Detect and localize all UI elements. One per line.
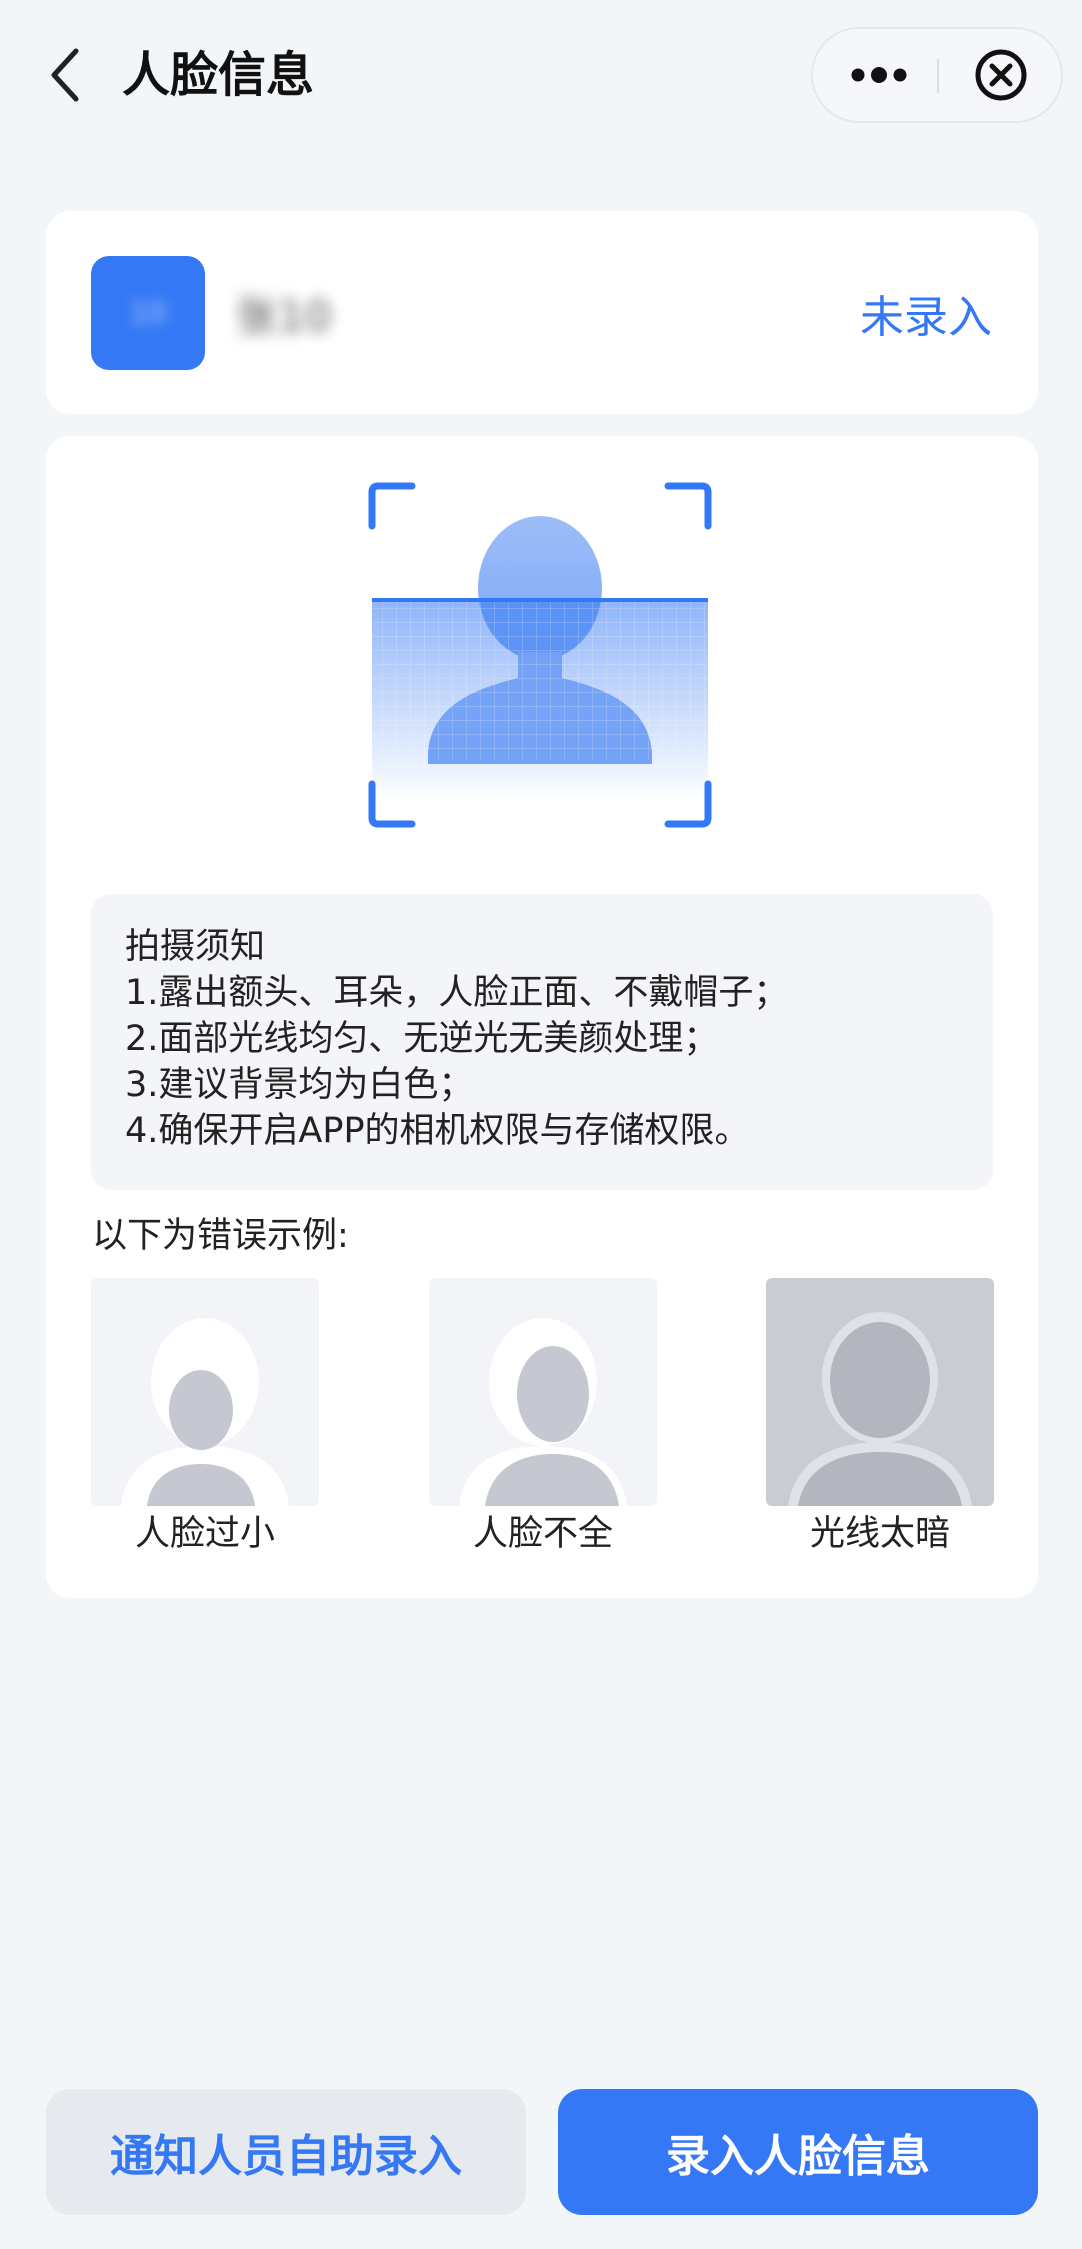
avatar: 10 [91, 256, 205, 370]
example-label: 人脸不全 [472, 1514, 613, 1554]
nav-bar: 人脸信息 [0, 0, 1082, 150]
more-button[interactable] [831, 29, 927, 121]
main-card: 拍摄须知 1.露出额头、耳朵，人脸正面、不戴帽子； 2.面部光线均匀、无逆光无美… [46, 436, 1038, 1598]
close-circle-icon [975, 49, 1027, 101]
notify-self-enroll-button[interactable]: 通知人员自助录入 [46, 2089, 526, 2215]
photo-tips: 拍摄须知 1.露出额头、耳朵，人脸正面、不戴帽子； 2.面部光线均匀、无逆光无美… [91, 894, 993, 1190]
incomplete-face-example-image [429, 1278, 657, 1506]
wrong-examples-title: 以下为错误示例: [92, 1216, 349, 1256]
back-chevron-icon [51, 48, 79, 102]
tips-item: 1.露出额头、耳朵，人脸正面、不戴帽子； [125, 973, 789, 1013]
tips-item: 2.面部光线均匀、无逆光无美颜处理； [125, 1019, 719, 1059]
face-scan-illustration [368, 482, 712, 828]
wrong-example-incomplete: 人脸不全 [429, 1278, 657, 1558]
example-label: 光线太暗 [809, 1514, 950, 1554]
page: 人脸信息 10 张10 未录入 拍摄须知 1.露出额头、耳朵，人脸正面、不戴帽子… [0, 0, 1082, 2249]
tips-item: 3.建议背景均为白色； [125, 1065, 474, 1105]
enroll-status[interactable]: 未录入 [860, 281, 992, 345]
user-name: 张10 [236, 292, 332, 341]
small-face-example-image [91, 1278, 319, 1506]
user-card: 10 张10 未录入 [46, 211, 1038, 414]
close-button[interactable] [953, 29, 1049, 121]
example-label: 人脸过小 [134, 1514, 275, 1554]
page-title: 人脸信息 [122, 47, 315, 103]
back-button[interactable] [36, 40, 96, 110]
tips-item: 4.确保开启APP的相机权限与存储权限。 [125, 1111, 750, 1151]
avatar-text: 10 [128, 295, 168, 331]
dark-face-example-image [766, 1278, 994, 1506]
more-dots-icon [851, 67, 907, 83]
mini-program-capsule [811, 27, 1063, 123]
capsule-divider [937, 59, 939, 93]
wrong-example-too-small: 人脸过小 [91, 1278, 319, 1558]
enroll-face-button[interactable]: 录入人脸信息 [558, 2089, 1038, 2215]
tips-title: 拍摄须知 [125, 927, 266, 967]
wrong-example-too-dark: 光线太暗 [766, 1278, 994, 1558]
